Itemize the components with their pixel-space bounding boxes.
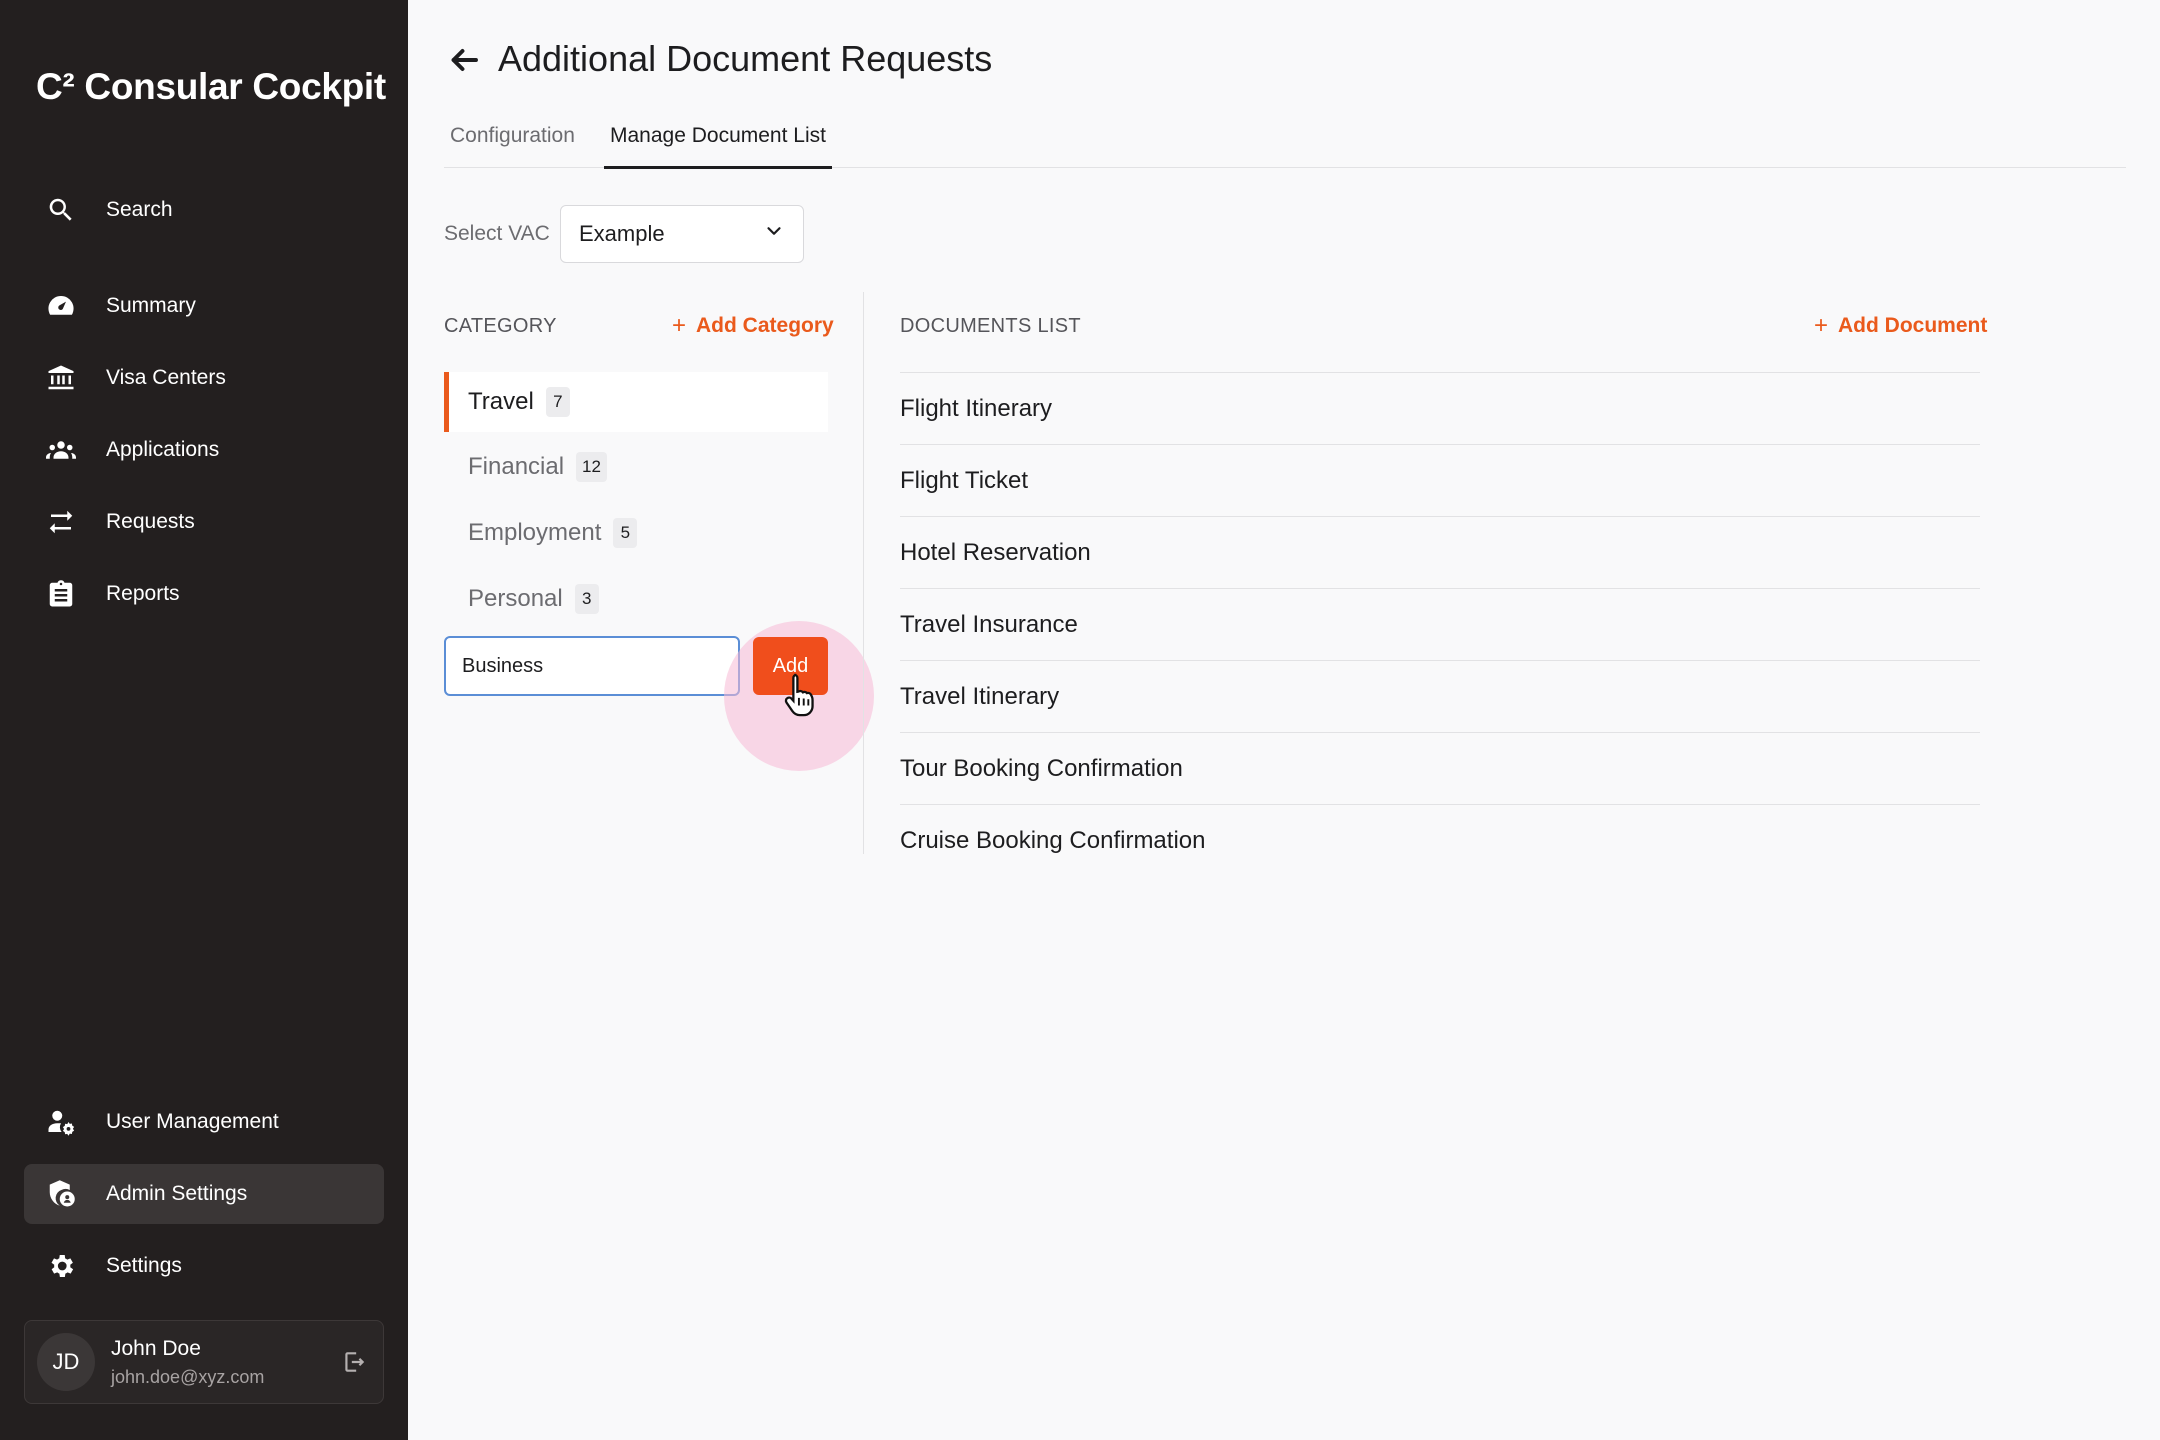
- document-row[interactable]: Flight Ticket: [900, 444, 1980, 516]
- sidebar-item-summary[interactable]: Summary: [24, 276, 384, 336]
- category-item-personal[interactable]: Personal 3: [444, 569, 828, 629]
- document-row[interactable]: Hotel Reservation: [900, 516, 1980, 588]
- page-title: Additional Document Requests: [498, 38, 993, 79]
- tab-manage-document-list[interactable]: Manage Document List: [604, 110, 832, 169]
- sidebar-item-label: User Management: [106, 1110, 279, 1133]
- category-count-badge: 7: [545, 387, 570, 417]
- shield-user-icon: [44, 1177, 78, 1211]
- sidebar-item-label: Reports: [106, 582, 180, 605]
- user-gear-icon: [44, 1105, 78, 1139]
- add-document-label: Add Document: [1838, 314, 1988, 337]
- sidebar-item-search[interactable]: Search: [24, 180, 384, 240]
- hand-cursor-icon: [784, 673, 814, 717]
- logout-icon[interactable]: [337, 1345, 371, 1379]
- add-document-button[interactable]: + Add Document: [1814, 314, 1987, 338]
- user-info: John Doe john.doe@xyz.com: [111, 1337, 337, 1388]
- category-count-badge: 3: [574, 584, 599, 614]
- category-count-badge: 12: [576, 452, 607, 482]
- sidebar-item-requests[interactable]: Requests: [24, 492, 384, 552]
- select-vac-label: Select VAC: [444, 222, 550, 245]
- chevron-down-icon: [763, 220, 785, 248]
- sidebar-item-label: Search: [106, 198, 173, 221]
- sidebar-item-label: Visa Centers: [106, 366, 226, 389]
- sidebar-item-label: Applications: [106, 438, 220, 461]
- category-item-financial[interactable]: Financial 12: [444, 437, 828, 497]
- swap-icon: [44, 505, 78, 539]
- sidebar-item-visa-centers[interactable]: Visa Centers: [24, 348, 384, 408]
- plus-icon: +: [1814, 312, 1829, 339]
- sidebar-item-label: Admin Settings: [106, 1182, 248, 1205]
- category-name: Financial: [468, 453, 565, 480]
- clipboard-icon: [44, 577, 78, 611]
- sidebar: C² Consular Cockpit Search Summary Visa …: [0, 0, 408, 1440]
- sidebar-item-label: Summary: [106, 294, 196, 317]
- user-email: john.doe@xyz.com: [111, 1366, 265, 1387]
- bank-icon: [44, 361, 78, 395]
- document-row[interactable]: Tour Booking Confirmation: [900, 732, 1980, 804]
- sidebar-item-admin-settings[interactable]: Admin Settings: [24, 1164, 384, 1224]
- gear-icon: [44, 1249, 78, 1283]
- category-header: CATEGORY: [444, 315, 557, 337]
- sidebar-item-settings[interactable]: Settings: [24, 1236, 384, 1296]
- add-category-label: Add Category: [696, 314, 834, 337]
- users-icon: [44, 433, 78, 467]
- sidebar-item-label: Settings: [106, 1254, 182, 1277]
- sidebar-item-applications[interactable]: Applications: [24, 420, 384, 480]
- sidebar-item-reports[interactable]: Reports: [24, 564, 384, 624]
- document-row[interactable]: Travel Itinerary: [900, 660, 1980, 732]
- user-name: John Doe: [111, 1336, 201, 1360]
- category-name: Travel: [468, 388, 534, 415]
- column-divider: [863, 292, 864, 854]
- tab-bar: Configuration Manage Document List: [444, 110, 2126, 169]
- category-count-badge: 5: [613, 518, 638, 548]
- document-row[interactable]: Travel Insurance: [900, 588, 1980, 660]
- new-category-input[interactable]: [444, 636, 740, 696]
- vac-select-value: Example: [579, 221, 665, 246]
- app-logo: C² Consular Cockpit: [36, 66, 386, 107]
- search-icon: [44, 193, 78, 227]
- document-row[interactable]: Flight Itinerary: [900, 372, 1980, 444]
- category-name: Employment: [468, 519, 602, 546]
- gauge-icon: [44, 289, 78, 323]
- category-item-employment[interactable]: Employment 5: [444, 503, 828, 563]
- documents-list-header: DOCUMENTS LIST: [900, 315, 1081, 337]
- vac-select[interactable]: Example: [560, 205, 804, 263]
- back-arrow-icon[interactable]: [446, 42, 482, 78]
- document-row[interactable]: Cruise Booking Confirmation: [900, 804, 1980, 876]
- avatar: JD: [37, 1333, 95, 1391]
- sidebar-item-user-management[interactable]: User Management: [24, 1092, 384, 1152]
- plus-icon: +: [672, 312, 687, 339]
- add-category-button[interactable]: + Add Category: [672, 314, 834, 338]
- tab-configuration[interactable]: Configuration: [450, 110, 575, 168]
- documents-list: Flight Itinerary Flight Ticket Hotel Res…: [900, 372, 1980, 876]
- category-item-travel[interactable]: Travel 7: [444, 372, 828, 432]
- category-name: Personal: [468, 585, 563, 612]
- sidebar-item-label: Requests: [106, 510, 195, 533]
- user-card: JD John Doe john.doe@xyz.com: [24, 1320, 384, 1404]
